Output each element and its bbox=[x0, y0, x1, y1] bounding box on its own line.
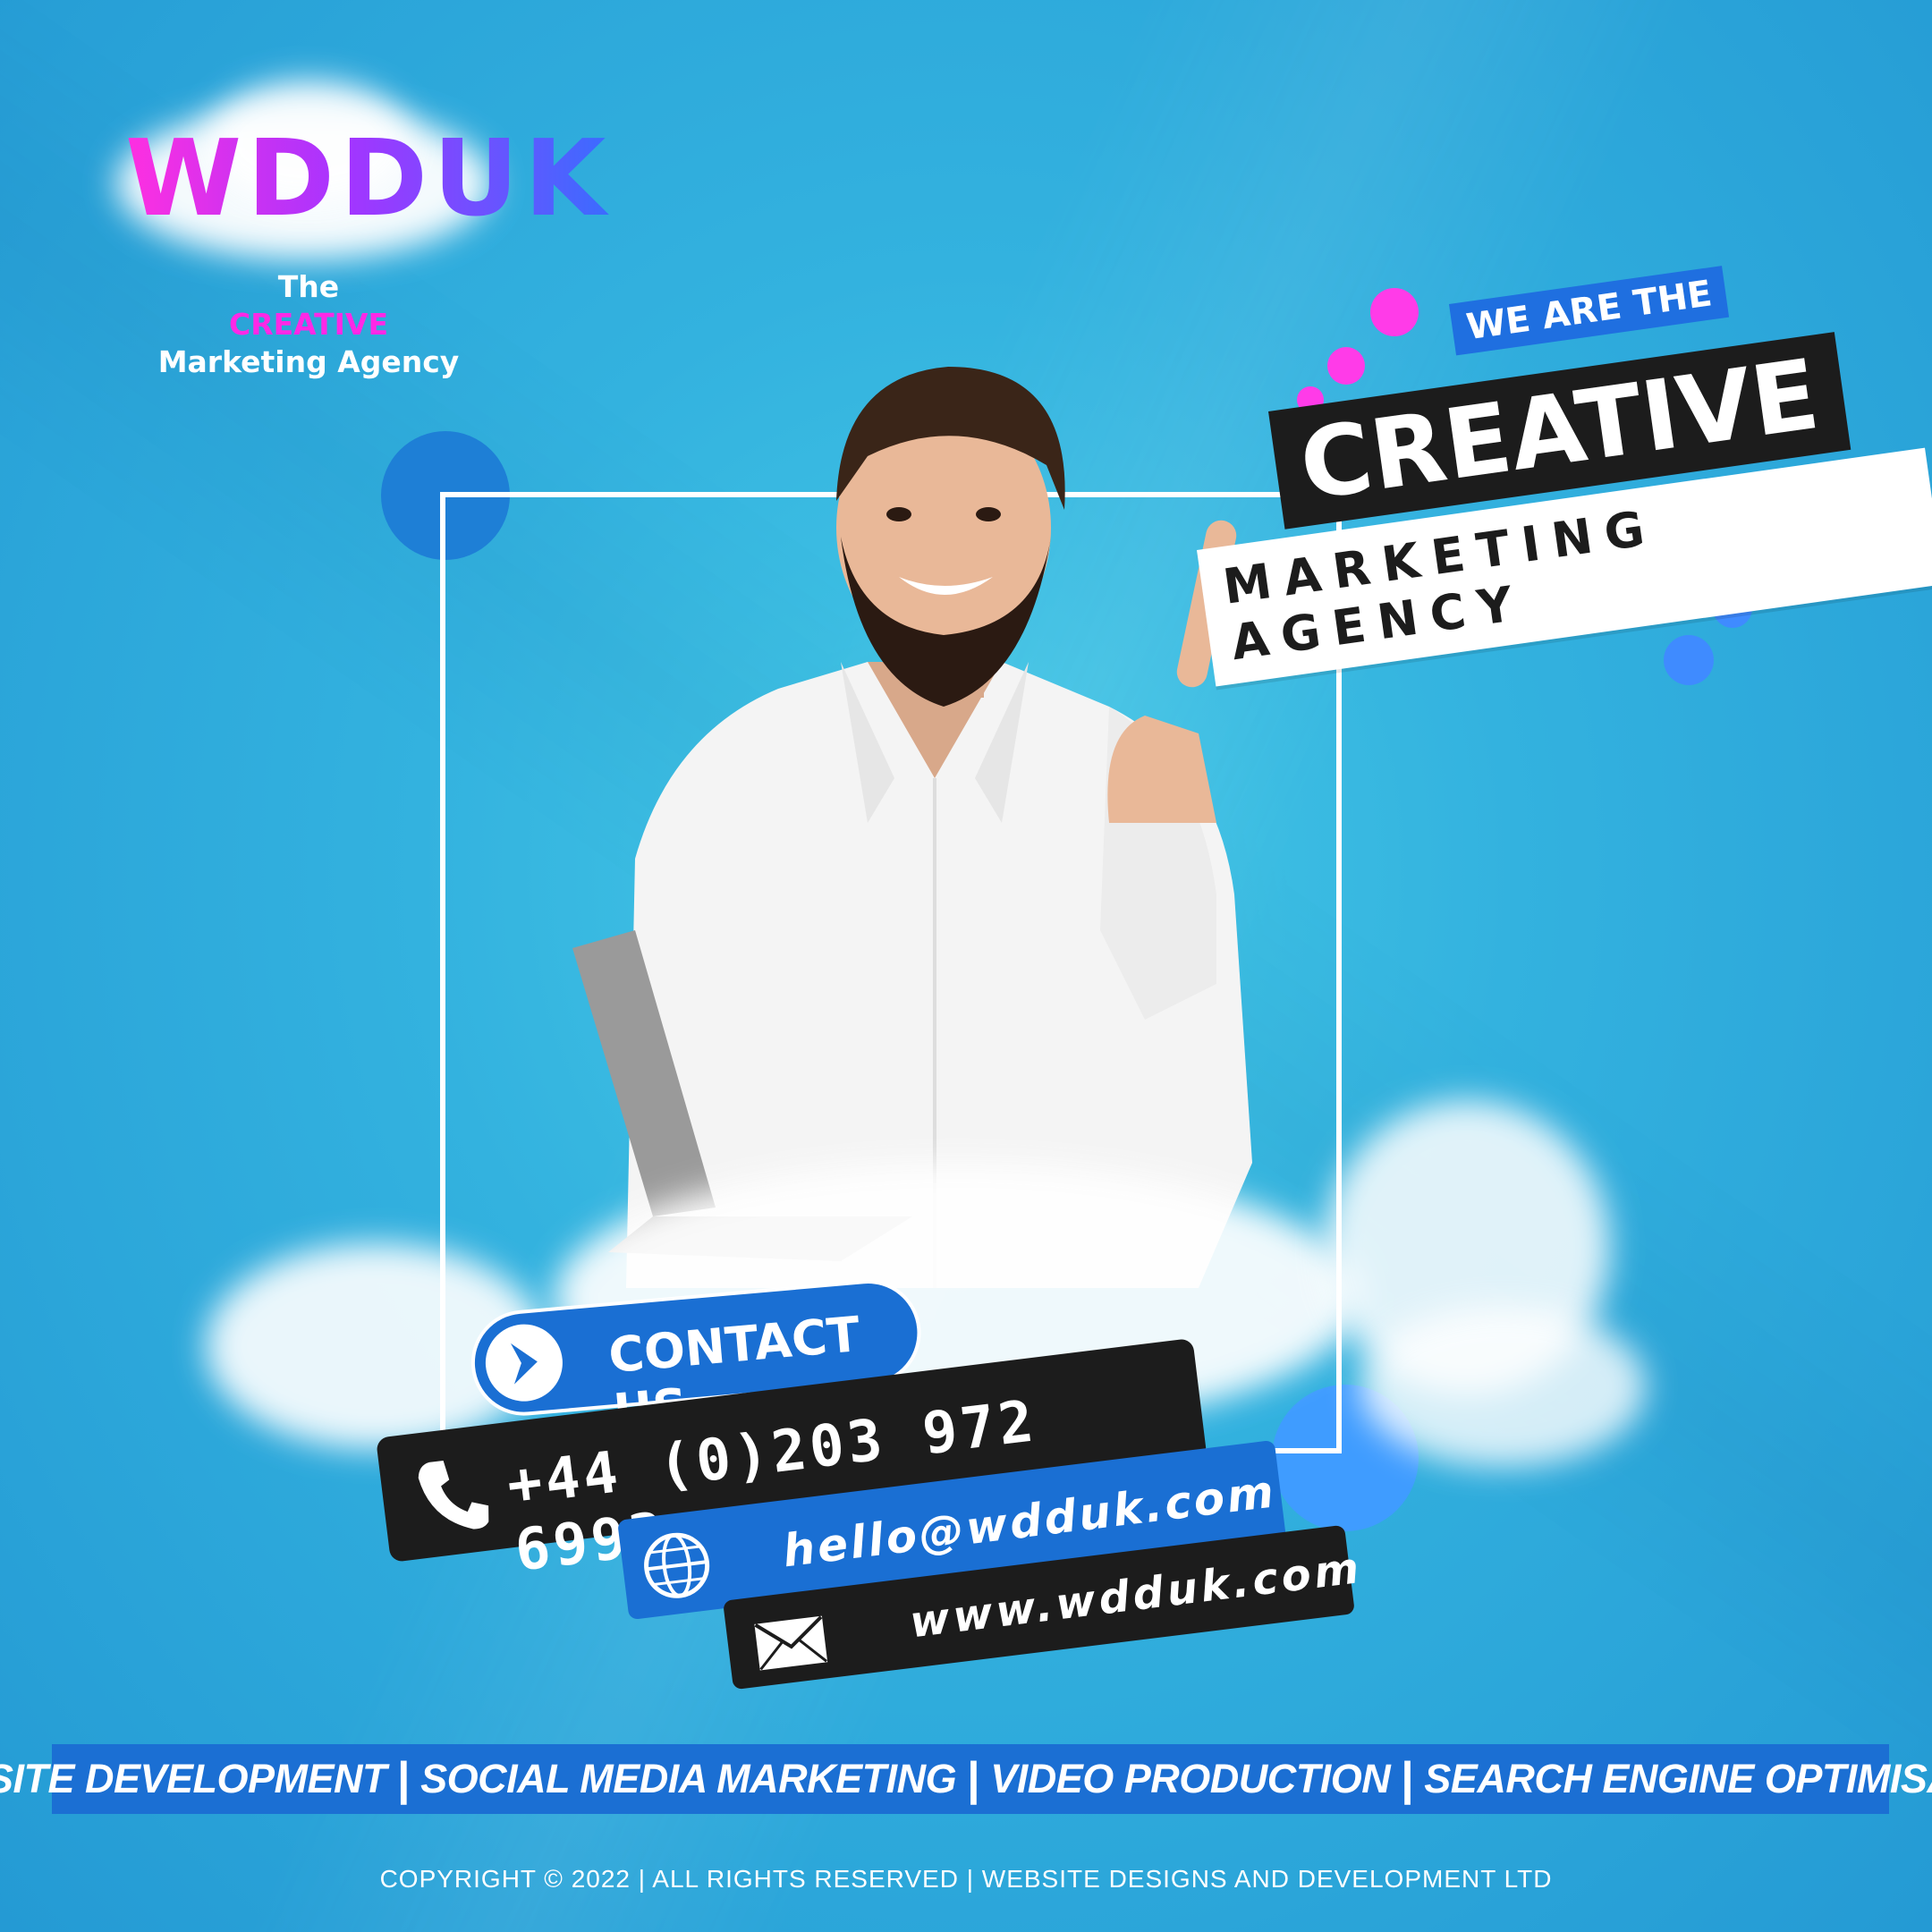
tagline-line-2: CREATIVE bbox=[228, 307, 389, 342]
poster-canvas: WDDUK The CREATIVE Marketing Agency WE A… bbox=[0, 0, 1932, 1932]
service-item[interactable]: SOCIAL MEDIA MARKETING bbox=[420, 1756, 957, 1802]
brand-tagline: The CREATIVE Marketing Agency bbox=[134, 268, 483, 381]
services-bar: WEBSITE DEVELOPMENT | SOCIAL MEDIA MARKE… bbox=[0, 1744, 1932, 1814]
services-separator: | bbox=[967, 1753, 980, 1805]
tagline-line-1: The bbox=[277, 269, 340, 304]
services-separator: | bbox=[397, 1753, 411, 1805]
service-item[interactable]: VIDEO PRODUCTION bbox=[990, 1756, 1391, 1802]
service-item[interactable]: WEBSITE DEVELOPMENT bbox=[0, 1756, 387, 1802]
globe-icon bbox=[644, 1532, 710, 1598]
phone-icon bbox=[418, 1460, 489, 1530]
decor-dot-blue-1 bbox=[1664, 635, 1714, 685]
services-separator: | bbox=[1401, 1753, 1414, 1805]
tagline-line-3: Marketing Agency bbox=[157, 344, 460, 379]
envelope-icon bbox=[754, 1615, 828, 1671]
brand-logo[interactable]: WDDUK bbox=[107, 80, 606, 286]
copyright-text: COPYRIGHT © 2022 | ALL RIGHTS RESERVED |… bbox=[379, 1865, 1553, 1893]
decor-dot-pink-1 bbox=[1370, 288, 1419, 336]
cloud-right-low bbox=[1360, 1306, 1646, 1467]
arrow-right-icon bbox=[482, 1321, 566, 1405]
logo-wordmark: WDDUK bbox=[125, 116, 612, 240]
service-item[interactable]: SEARCH ENGINE OPTIMISATION bbox=[1424, 1756, 1932, 1802]
